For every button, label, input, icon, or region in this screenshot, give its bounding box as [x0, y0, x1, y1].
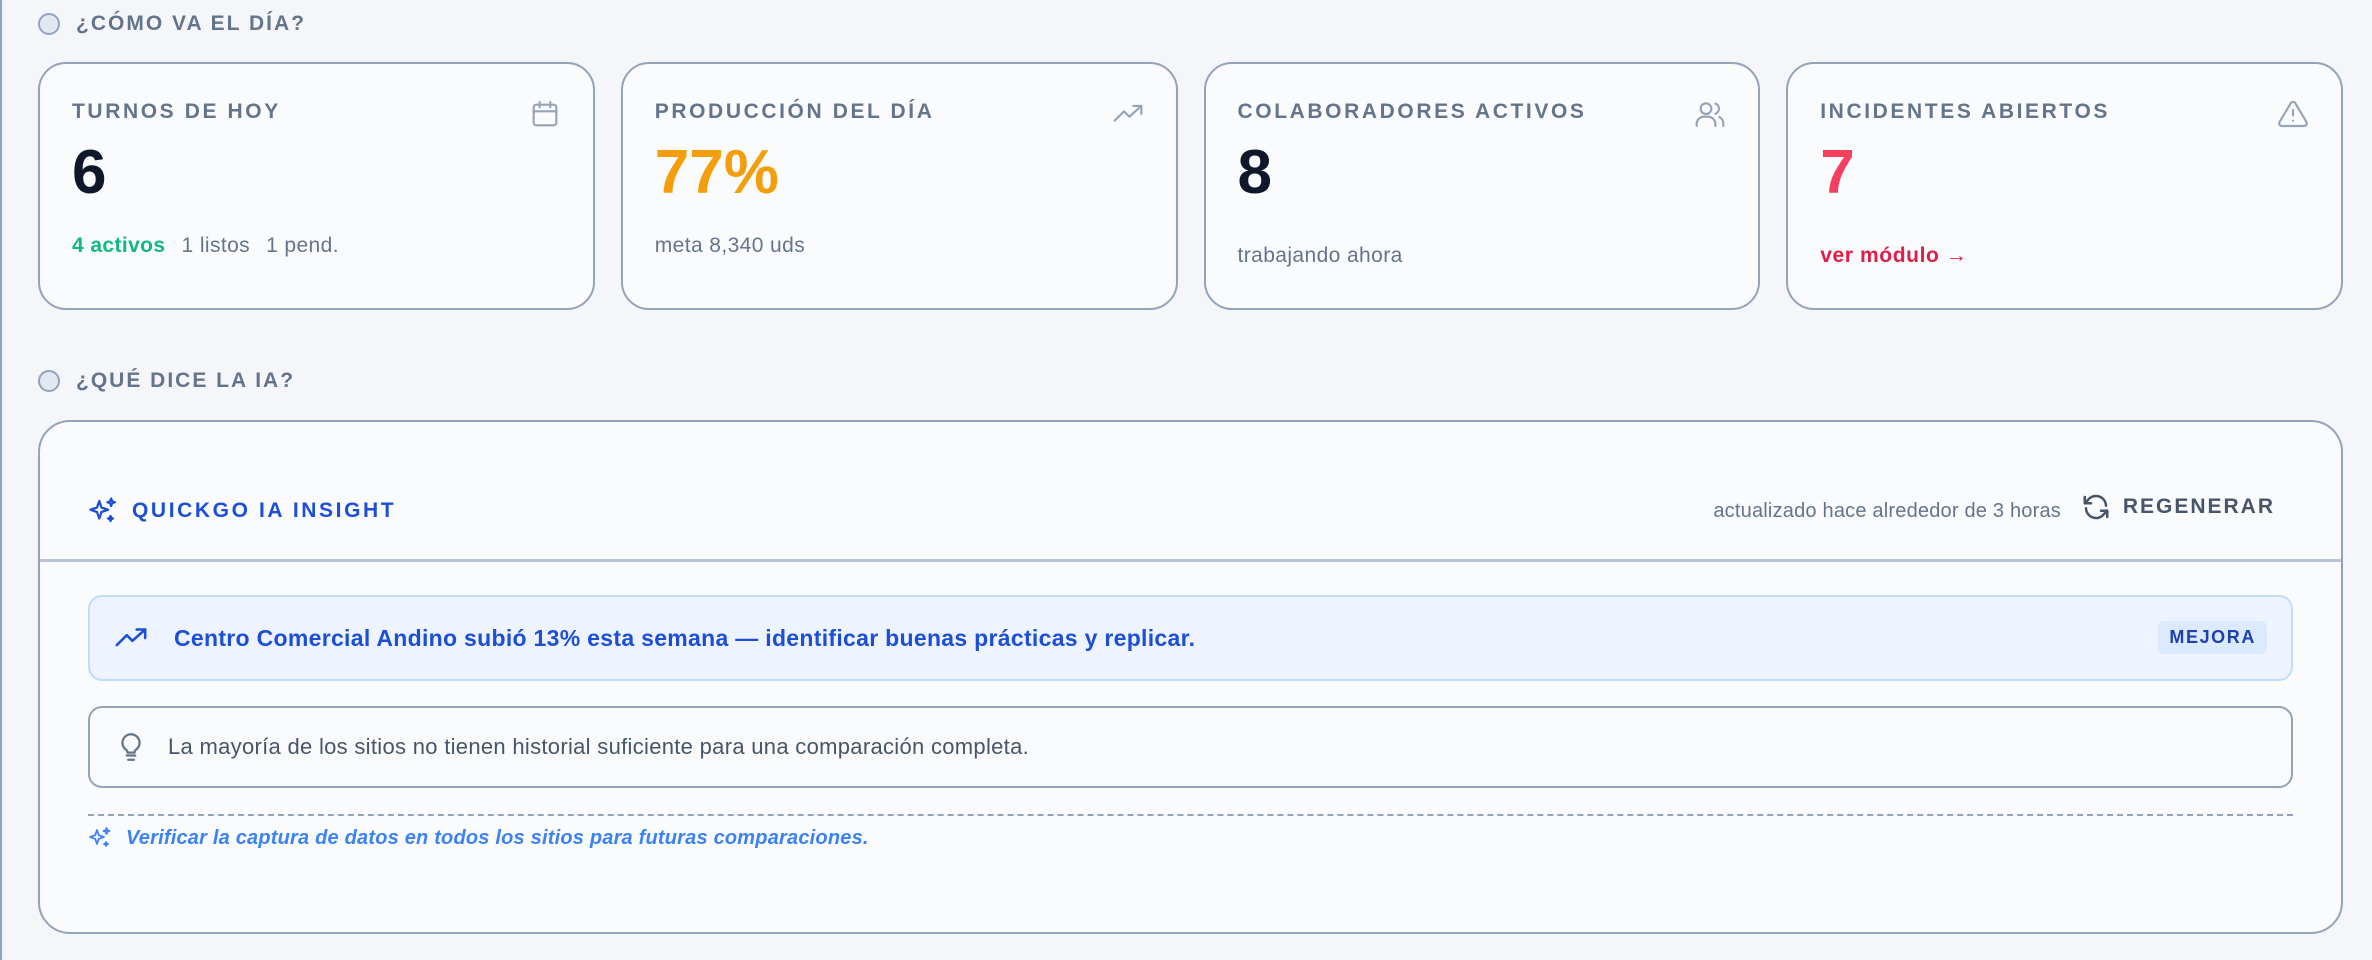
dashboard: ¿CÓMO VA EL DÍA? TURNOS DE HOY 6 4 activ…	[0, 0, 2372, 960]
insight-highlight[interactable]: Centro Comercial Andino subió 13% esta s…	[88, 595, 2293, 681]
card-production[interactable]: PRODUCCIÓN DEL DÍA 77% meta 8,340 uds	[620, 62, 1178, 310]
section-title-ai: ¿QUÉ DICE LA IA?	[76, 369, 296, 392]
trending-up-icon	[1113, 104, 1142, 122]
card-value: 7	[1820, 138, 1855, 207]
regenerate-button[interactable]: REGENERAR	[2081, 492, 2275, 522]
users-icon	[1695, 102, 1725, 128]
collaborators-status: trabajando ahora	[1237, 244, 1403, 267]
ai-panel-header: QUICKGO IA INSIGHT actualizado hace alre…	[40, 422, 2341, 562]
sparkles-icon	[89, 497, 116, 523]
recommendation-text: Verificar la captura de datos en todos l…	[126, 826, 869, 849]
card-sub: meta 8,340 uds	[655, 234, 1144, 258]
stat-cards: TURNOS DE HOY 6 4 activos 1 listos 1 pen…	[38, 62, 2343, 310]
section-dot	[38, 13, 60, 35]
card-label: INCIDENTES ABIERTOS	[1820, 100, 2111, 123]
section-header-day: ¿CÓMO VA EL DÍA?	[38, 12, 306, 36]
insight-highlight-text: Centro Comercial Andino subió 13% esta s…	[174, 624, 1196, 651]
ai-updated-timestamp: actualizado hace alrededor de 3 horas	[1713, 500, 2061, 522]
view-module-link[interactable]: ver módulo →	[1820, 244, 1967, 268]
card-incidents[interactable]: INCIDENTES ABIERTOS 7 ver módulo →	[1786, 62, 2343, 310]
production-goal: meta 8,340 uds	[654, 234, 806, 257]
ai-insight-panel: QUICKGO IA INSIGHT actualizado hace alre…	[38, 420, 2343, 934]
regenerate-label: REGENERAR	[2122, 495, 2275, 518]
ready-count: 1 listos	[181, 234, 251, 257]
ai-brand: QUICKGO IA INSIGHT	[88, 496, 396, 526]
card-sub: ver módulo →	[1820, 244, 2309, 268]
ai-brand-label: QUICKGO IA INSIGHT	[132, 499, 397, 522]
alert-triangle-icon	[2278, 100, 2308, 128]
ai-recommendation: Verificar la captura de datos en todos l…	[88, 814, 2293, 850]
calendar-icon	[532, 100, 558, 127]
card-value: 6	[72, 138, 107, 207]
refresh-icon	[2083, 494, 2109, 520]
card-label: PRODUCCIÓN DEL DÍA	[654, 100, 935, 123]
sparkles-icon	[89, 827, 111, 847]
trending-up-icon	[115, 628, 147, 647]
card-sub: 4 activos 1 listos 1 pend.	[72, 234, 561, 258]
card-label: TURNOS DE HOY	[72, 100, 281, 123]
card-shifts[interactable]: TURNOS DE HOY 6 4 activos 1 listos 1 pen…	[38, 62, 595, 310]
section-header-ai: ¿QUÉ DICE LA IA?	[38, 369, 295, 393]
section-title-day: ¿CÓMO VA EL DÍA?	[76, 12, 306, 35]
active-count: 4 activos	[72, 234, 166, 257]
pending-count: 1 pend.	[266, 234, 339, 257]
insight-note-text: La mayoría de los sitios no tienen histo…	[168, 734, 1030, 759]
card-collaborators[interactable]: COLABORADORES ACTIVOS 8 trabajando ahora	[1203, 62, 1761, 310]
card-sub: trabajando ahora	[1238, 244, 1727, 268]
card-value: 77%	[654, 138, 779, 207]
section-dot	[38, 370, 60, 392]
insight-tag: MEJORA	[2158, 621, 2267, 654]
insight-note[interactable]: La mayoría de los sitios no tienen histo…	[88, 706, 2293, 788]
card-value: 8	[1237, 138, 1272, 207]
card-label: COLABORADORES ACTIVOS	[1237, 100, 1587, 123]
lightbulb-icon	[121, 733, 141, 761]
